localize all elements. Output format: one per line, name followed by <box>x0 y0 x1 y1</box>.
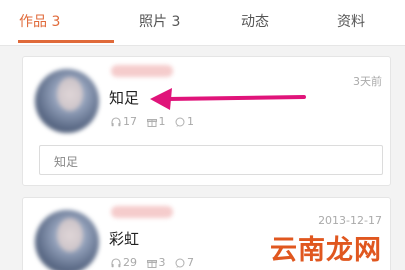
profile-tab-bar: 作品 3 照片 3 动态 资料 <box>0 0 405 46</box>
headphones-icon <box>111 257 121 267</box>
tab-activity[interactable]: 动态 <box>241 11 269 31</box>
work-card[interactable]: 3天前 知足 17 1 1 知足 <box>22 56 391 186</box>
work-stats: 17 1 1 <box>111 115 200 130</box>
tab-profile-info[interactable]: 资料 <box>337 11 365 31</box>
active-tab-indicator <box>18 40 114 43</box>
watermark-logo: 云南龙网 <box>270 235 382 266</box>
avatar[interactable] <box>35 69 99 133</box>
tab-photos[interactable]: 照片 3 <box>139 11 180 31</box>
gift-count: 1 <box>146 115 166 128</box>
gift-icon <box>146 118 157 127</box>
comment-bubble-icon <box>175 117 185 127</box>
comment-text: 知足 <box>54 155 79 169</box>
post-time: 3天前 <box>353 75 382 88</box>
work-title[interactable]: 彩虹 <box>109 228 139 249</box>
blurred-username <box>111 65 173 77</box>
gift-icon <box>146 259 157 268</box>
blurred-username <box>111 206 173 218</box>
work-title[interactable]: 知足 <box>109 87 139 108</box>
comment-bubble-icon <box>175 258 185 268</box>
listen-count: 17 <box>111 115 137 128</box>
comment-preview[interactable]: 知足 <box>39 145 383 175</box>
work-stats: 29 3 7 <box>111 256 200 270</box>
comment-count: 7 <box>175 256 194 269</box>
gift-count: 3 <box>146 256 166 269</box>
tab-works[interactable]: 作品 3 <box>19 11 60 31</box>
listen-count: 29 <box>111 256 137 269</box>
post-time: 2013-12-17 <box>318 214 382 227</box>
headphones-icon <box>111 116 121 126</box>
avatar[interactable] <box>35 210 99 270</box>
comment-count: 1 <box>175 115 194 128</box>
